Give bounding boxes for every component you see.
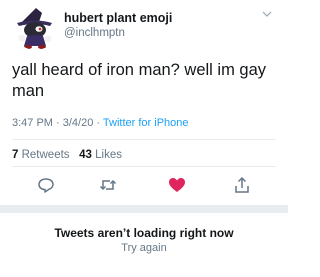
divider	[12, 166, 276, 167]
error-message: Tweets aren’t loading right now	[54, 226, 234, 240]
retweets-label: Retweets	[21, 149, 70, 161]
user-handle[interactable]: @inclhmptn	[64, 27, 125, 39]
avatar-image	[17, 8, 52, 49]
share-icon[interactable]	[232, 175, 252, 195]
avatar[interactable]	[13, 5, 58, 50]
likes-label: Likes	[95, 149, 122, 161]
divider	[12, 139, 276, 140]
tweet-date[interactable]: 3/4/20	[63, 117, 94, 129]
tweet-stats: 7 Retweets 43 Likes	[12, 149, 122, 161]
meta-separator: ·	[52, 117, 63, 129]
try-again-button[interactable]: Try again	[0, 242, 288, 254]
retweet-icon[interactable]	[98, 175, 118, 195]
retweets-stat[interactable]: 7 Retweets	[12, 149, 70, 161]
heart-icon[interactable]	[167, 175, 187, 195]
section-separator	[0, 205, 288, 213]
tweet-card: hubert plant emoji @inclhmptn yall heard…	[0, 0, 288, 205]
tweet-meta: 3:47 PM · 3/4/20 · Twitter for iPhone	[12, 117, 189, 129]
display-name[interactable]: hubert plant emoji	[64, 11, 172, 25]
tweet-text: yall heard of iron man? well im gay man	[12, 61, 267, 100]
likes-count: 43	[79, 149, 92, 161]
reply-icon[interactable]	[36, 175, 56, 195]
error-panel: Tweets aren’t loading right now Try agai…	[0, 213, 288, 277]
tweet-source[interactable]: Twitter for iPhone	[103, 117, 189, 129]
meta-separator: ·	[93, 117, 103, 129]
likes-stat[interactable]: 43 Likes	[79, 149, 122, 161]
tweet-time[interactable]: 3:47 PM	[12, 117, 53, 129]
retweets-count: 7	[12, 149, 19, 161]
chevron-down-icon[interactable]	[261, 9, 273, 19]
